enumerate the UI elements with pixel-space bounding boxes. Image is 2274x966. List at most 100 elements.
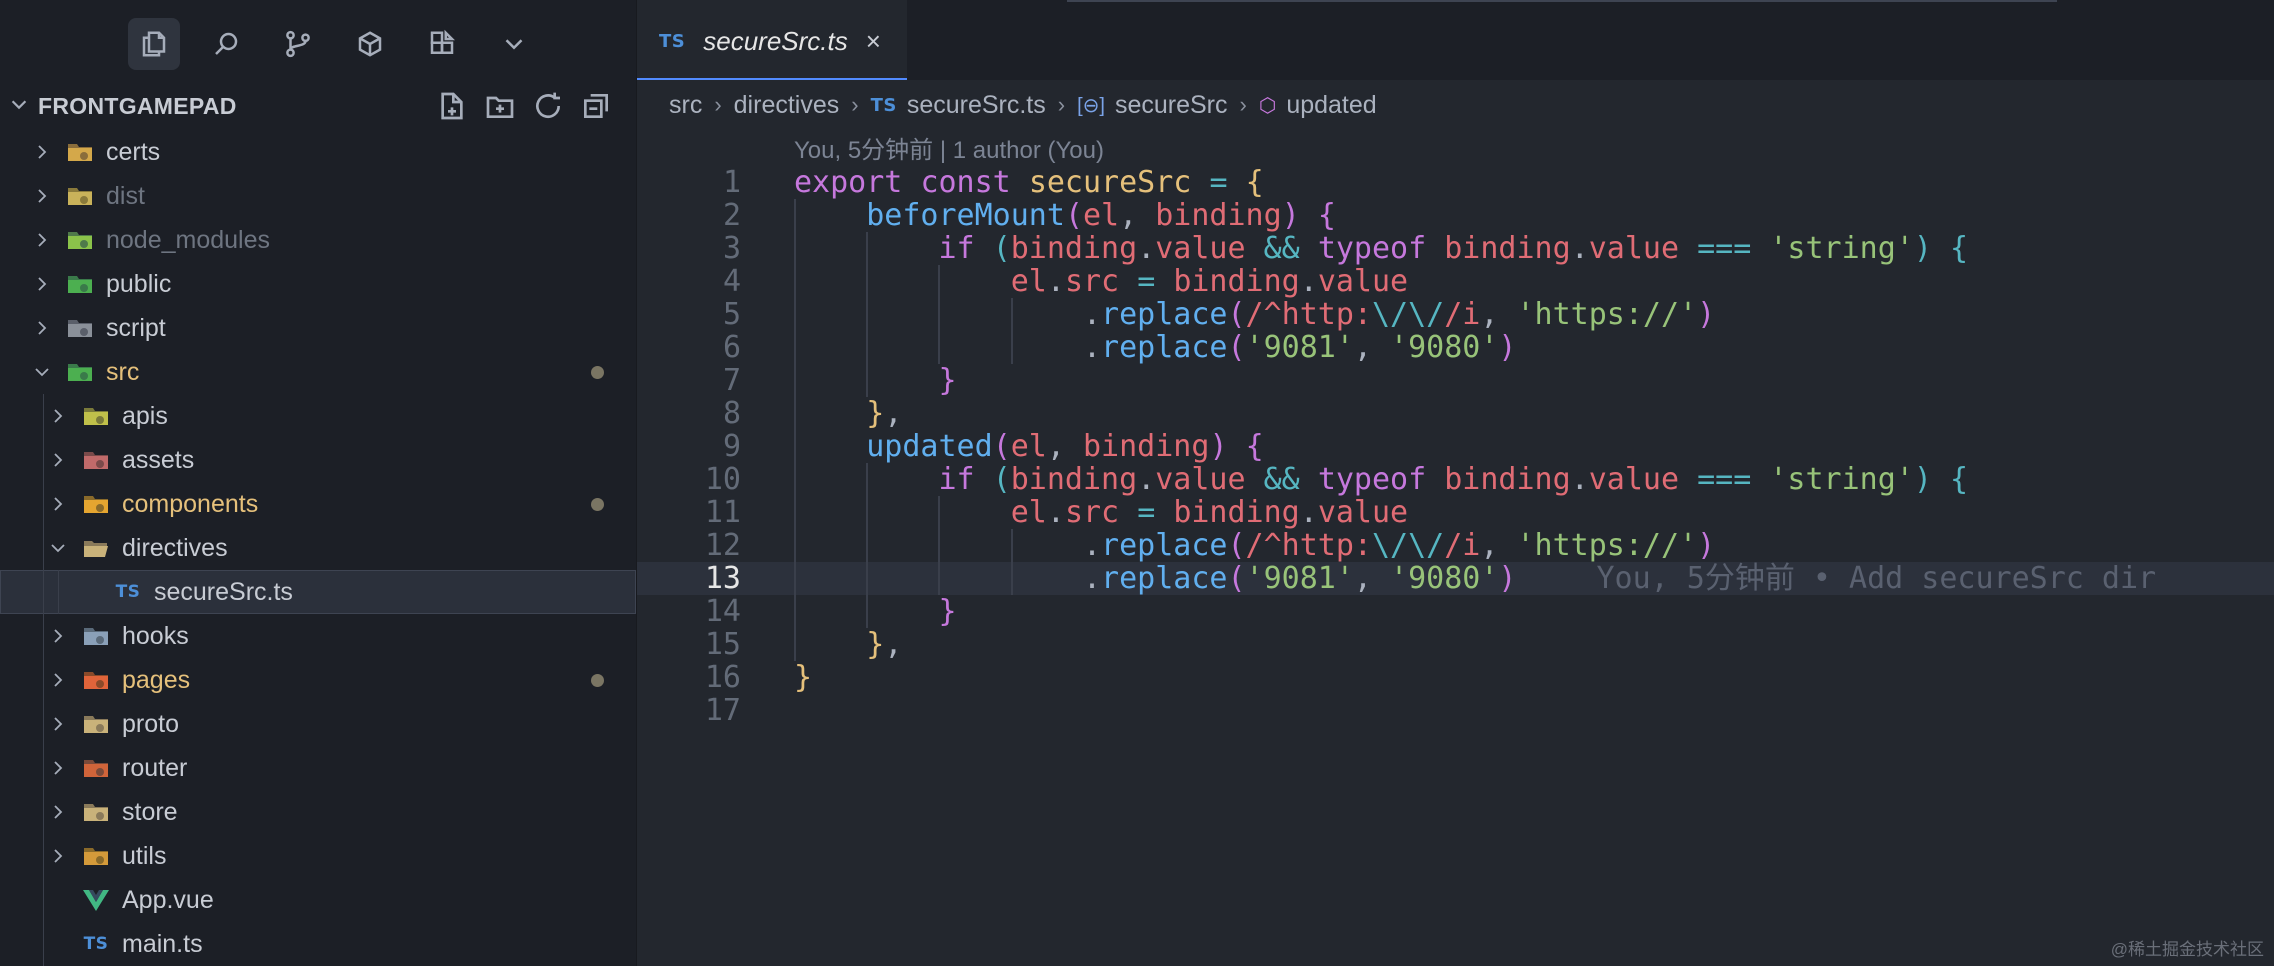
- code-line[interactable]: 5 .replace(/^http:\/\//i, 'https://'): [637, 298, 2274, 331]
- search-view-button[interactable]: [200, 18, 252, 70]
- code-line[interactable]: 10 if (binding.value && typeof binding.v…: [637, 463, 2274, 496]
- breadcrumb-symbol-updated[interactable]: updated: [1286, 91, 1376, 120]
- chevron-right-icon: [48, 759, 68, 777]
- tree-folder-components[interactable]: components: [0, 482, 636, 526]
- tree-folder-script[interactable]: script: [0, 306, 636, 350]
- extensions-view-button[interactable]: [416, 18, 468, 70]
- code-text: }: [938, 594, 957, 629]
- explorer-section-header[interactable]: FRONTGAMEPAD: [0, 90, 636, 122]
- tree-file-App-vue[interactable]: App.vue: [0, 878, 636, 922]
- code-text: }: [794, 660, 813, 695]
- tree-folder-assets[interactable]: assets: [0, 438, 636, 482]
- new-folder-icon[interactable]: [484, 90, 516, 122]
- indent-guide: [1010, 298, 1013, 364]
- modified-dot: [591, 365, 604, 379]
- tree-folder-src[interactable]: src: [0, 350, 636, 394]
- folder-icon: [82, 668, 110, 692]
- code-text: .replace(/^http:\/\//i, 'https://'): [794, 297, 1716, 332]
- editor-area: TS secureSrc.ts × src › directives › TS …: [637, 0, 2274, 966]
- breadcrumb-symbol-securesrc[interactable]: secureSrc: [1115, 91, 1228, 120]
- code-line[interactable]: 15 },: [637, 628, 2274, 661]
- folder-icon: [66, 316, 94, 340]
- code-text: .replace('9081', '9080') You, 5分钟前 • Add …: [794, 561, 2157, 596]
- codelens-blame[interactable]: You, 5分钟前 | 1 author (You): [794, 130, 1104, 165]
- more-views-button[interactable]: [488, 18, 540, 70]
- code-line[interactable]: 14 }: [637, 595, 2274, 628]
- indent-guide: [43, 570, 44, 614]
- tree-item-label: components: [122, 489, 259, 518]
- tree-item-label: script: [106, 313, 166, 342]
- code-line[interactable]: 6 .replace('9081', '9080'): [637, 331, 2274, 364]
- code-line[interactable]: 4 el.src = binding.value: [637, 265, 2274, 298]
- breadcrumb-file[interactable]: secureSrc.ts: [907, 91, 1046, 120]
- tree-folder-dist[interactable]: dist: [0, 174, 636, 218]
- extensions-cube-button[interactable]: [344, 18, 396, 70]
- line-number: 14: [704, 594, 741, 629]
- code-line[interactable]: 17: [637, 694, 2274, 727]
- chevron-right-icon: ›: [1057, 92, 1066, 117]
- chevron-right-icon: [48, 847, 68, 865]
- line-number: 8: [722, 396, 741, 431]
- code-editor[interactable]: 1 export const secureSrc = {2 beforeMount…: [637, 166, 2274, 727]
- folder-icon: [82, 712, 110, 736]
- folder-icon: [82, 800, 110, 824]
- tree-item-label: main.ts: [122, 929, 203, 958]
- source-control-view-button[interactable]: [272, 18, 324, 70]
- search-icon: [215, 32, 238, 55]
- code-text: export const secureSrc = {: [794, 165, 1264, 200]
- tree-folder-directives[interactable]: directives: [0, 526, 636, 570]
- tree-folder-hooks[interactable]: hooks: [0, 614, 636, 658]
- code-line[interactable]: 1 export const secureSrc = {: [637, 166, 2274, 199]
- close-icon[interactable]: ×: [866, 26, 881, 57]
- explorer-title: FRONTGAMEPAD: [38, 92, 237, 119]
- breadcrumb-src[interactable]: src: [669, 91, 702, 120]
- tree-folder-node_modules[interactable]: node_modules: [0, 218, 636, 262]
- chevron-right-icon: [32, 275, 52, 293]
- code-text: }: [938, 363, 957, 398]
- tree-file-main-ts[interactable]: TS main.ts: [0, 922, 636, 966]
- line-number: 10: [704, 462, 741, 497]
- code-line[interactable]: 2 beforeMount(el, binding) {: [637, 199, 2274, 232]
- code-line[interactable]: 12 .replace(/^http:\/\//i, 'https://'): [637, 529, 2274, 562]
- tree-file-secureSrc-ts[interactable]: TS secureSrc.ts: [0, 570, 636, 614]
- tree-folder-pages[interactable]: pages: [0, 658, 636, 702]
- explorer-view-button[interactable]: [128, 18, 180, 70]
- tree-folder-certs[interactable]: certs: [0, 130, 636, 174]
- indent-guide: [43, 526, 44, 570]
- new-file-icon[interactable]: [436, 90, 468, 122]
- refresh-icon[interactable]: [532, 90, 564, 122]
- chevron-down-icon: [48, 539, 68, 557]
- folder-icon: [66, 184, 94, 208]
- inline-blame: You, 5分钟前 • Add secureSrc dir: [1596, 561, 2157, 596]
- code-line[interactable]: 8 },: [637, 397, 2274, 430]
- tab-securesrc[interactable]: TS secureSrc.ts ×: [637, 0, 907, 80]
- tab-bar: TS secureSrc.ts ×: [637, 0, 2274, 80]
- code-text: updated(el, binding) {: [866, 429, 1264, 464]
- collapse-all-icon[interactable]: [580, 90, 612, 122]
- code-text: beforeMount(el, binding) {: [866, 198, 1336, 233]
- code-line[interactable]: 16}: [637, 661, 2274, 694]
- line-number: 17: [704, 693, 741, 728]
- tree-folder-apis[interactable]: apis: [0, 394, 636, 438]
- indent-guide: [938, 496, 941, 595]
- watermark: @稀土掘金技术社区: [2110, 940, 2264, 959]
- code-text: if (binding.value && typeof binding.valu…: [938, 231, 1969, 266]
- chevron-right-icon: [48, 715, 68, 733]
- chevron-right-icon: [32, 319, 52, 337]
- code-line[interactable]: 11 el.src = binding.value: [637, 496, 2274, 529]
- folder-icon: [82, 448, 110, 472]
- chevron-down-icon: [8, 93, 30, 120]
- line-number: 11: [704, 495, 741, 530]
- code-line[interactable]: 7 }: [637, 364, 2274, 397]
- breadcrumb-directives[interactable]: directives: [734, 91, 840, 120]
- tree-folder-store[interactable]: store: [0, 790, 636, 834]
- tree-folder-utils[interactable]: utils: [0, 834, 636, 878]
- tree-folder-public[interactable]: public: [0, 262, 636, 306]
- indent-guide: [43, 482, 44, 526]
- code-line[interactable]: 13 .replace('9081', '9080') You, 5分钟前 • A…: [637, 562, 2274, 595]
- tree-folder-router[interactable]: router: [0, 746, 636, 790]
- breadcrumb: src › directives › TS secureSrc.ts › [⊖]…: [637, 80, 2274, 130]
- code-line[interactable]: 3 if (binding.value && typeof binding.va…: [637, 232, 2274, 265]
- code-line[interactable]: 9 updated(el, binding) {: [637, 430, 2274, 463]
- tree-folder-proto[interactable]: proto: [0, 702, 636, 746]
